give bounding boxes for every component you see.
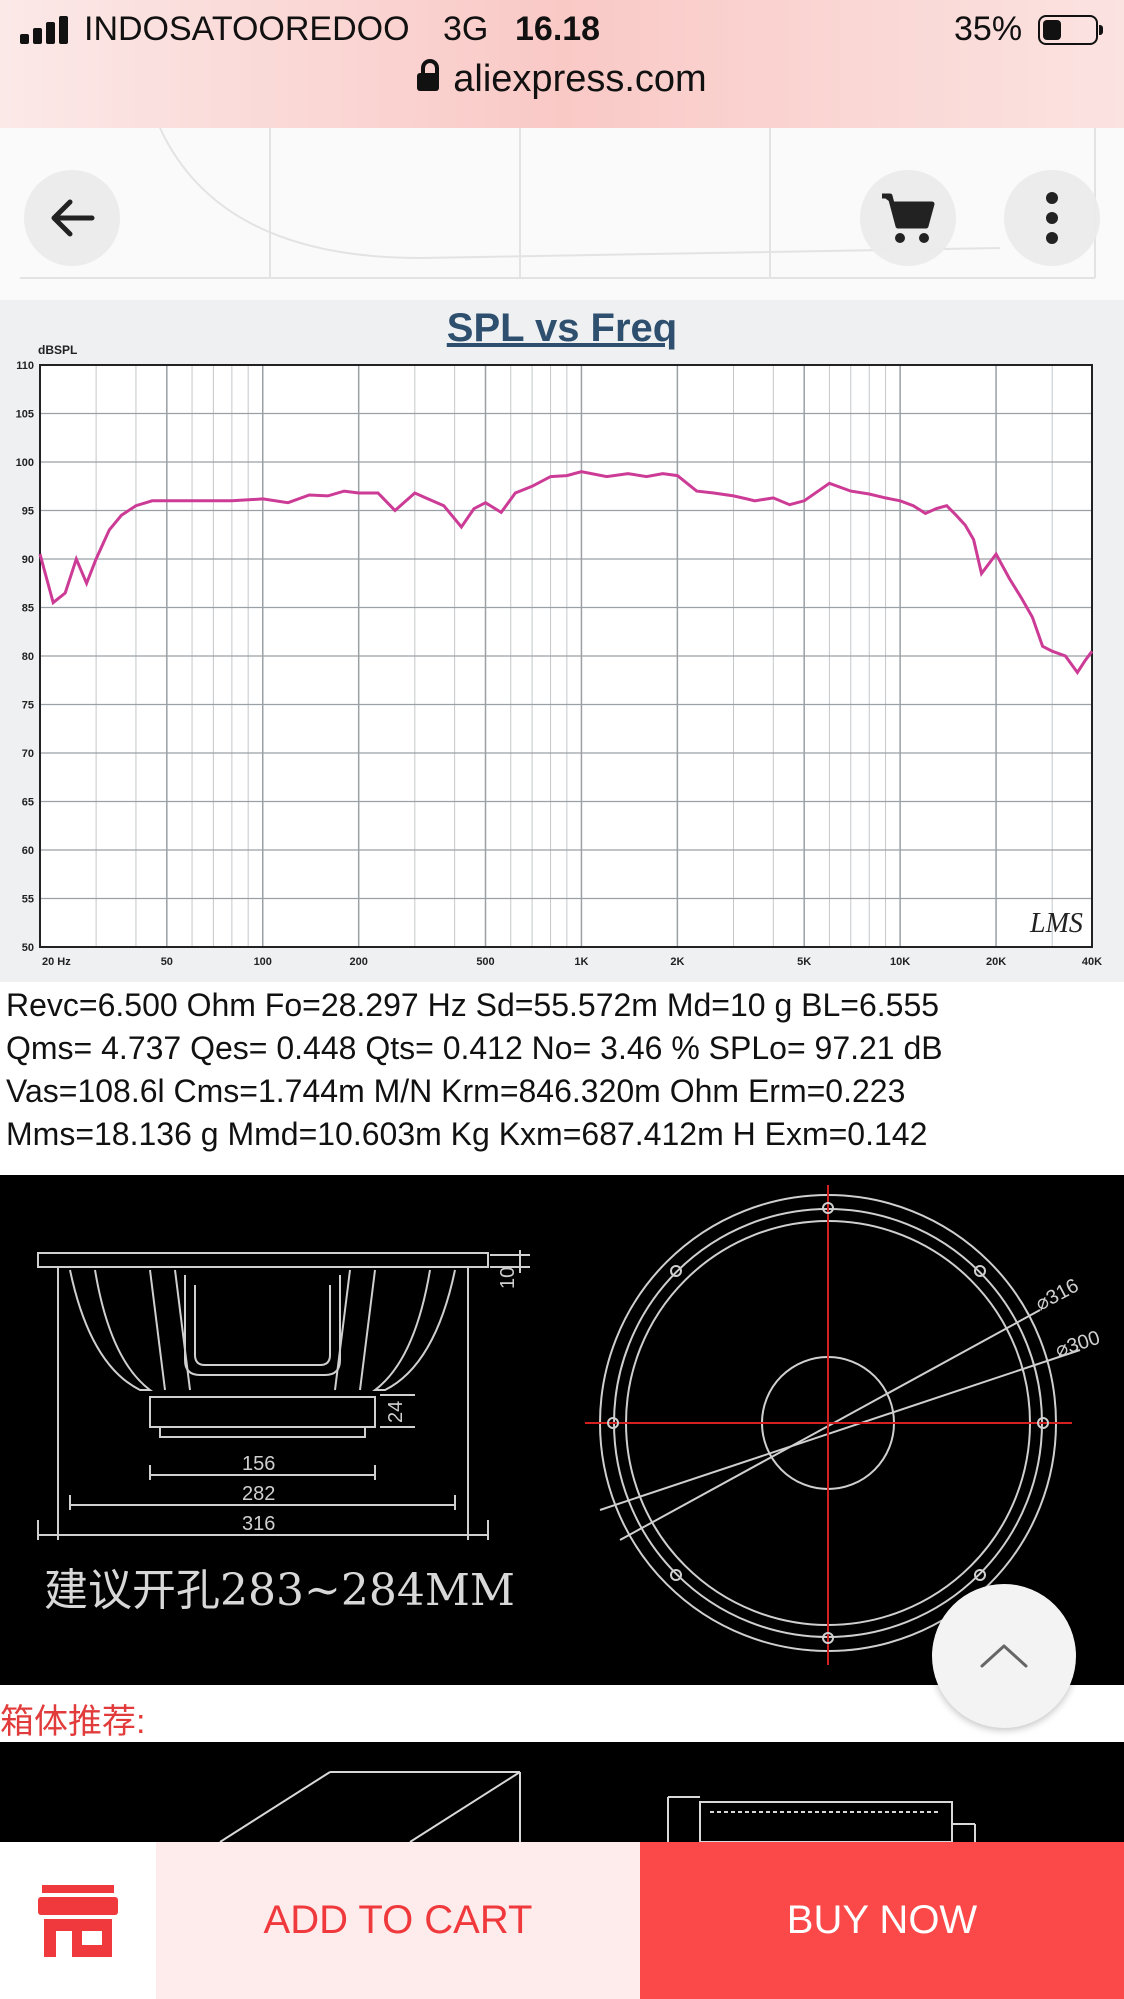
cart-button[interactable] [860,170,956,266]
y-tick-label: 75 [22,700,34,712]
carrier-name: INDOSATOOREDOO [84,10,410,48]
dia-300: ⌀300 [1053,1327,1103,1362]
y-tick-label: 60 [22,845,34,857]
more-vertical-icon [1046,192,1058,244]
y-tick-label: 95 [22,506,34,518]
driver-parameters: Revc=6.500 Ohm Fo=28.297 Hz Sd=55.572m M… [6,984,1124,1156]
store-button[interactable] [0,1842,156,1999]
dim-282: 282 [242,1483,275,1505]
y-tick-label: 110 [16,360,34,372]
y-tick-label: 90 [22,554,34,566]
lock-icon [417,59,440,91]
bottom-action-bar: ADD TO CART BUY NOW [0,1842,1124,1999]
x-tick-label: 10K [890,956,910,968]
chevron-up-icon [980,1644,1028,1668]
battery-icon [1038,15,1103,45]
y-tick-label: 80 [22,651,34,663]
cart-icon [882,193,935,243]
dim-flange-thickness: 10 [497,1267,519,1289]
battery-fill [1043,20,1061,40]
y-tick-label: 105 [16,409,34,421]
y-axis-label: dBSPL [38,343,77,357]
spec-line-1: Revc=6.500 Ohm Fo=28.297 Hz Sd=55.572m M… [6,987,940,1023]
buy-now-button[interactable]: BUY NOW [640,1842,1124,1999]
x-tick-label: 2K [670,956,684,968]
spec-line-4: Mms=18.136 g Mmd=10.603m Kg Kxm=687.412m… [6,1116,928,1152]
dim-156: 156 [242,1453,275,1475]
x-tick-label: 20 Hz [42,956,71,968]
y-tick-label: 85 [22,603,34,615]
battery-percent: 35% [954,10,1023,48]
store-icon [38,1884,118,1957]
status-time: 16.18 [515,10,601,48]
x-tick-label: 1K [574,956,588,968]
y-tick-label: 65 [22,797,34,809]
dim-316: 316 [242,1513,275,1535]
more-menu-button[interactable] [1004,170,1100,266]
enclosure-diagram [219,1771,976,1842]
y-tick-label: 55 [22,894,34,906]
x-tick-label: 500 [476,956,494,968]
arrow-left-icon [51,199,95,237]
spl-chart: 20 Hz 50 100 200 500 1K 2K 5K 10K 20K 40K 50 55 60 65 7… [16,343,1103,968]
address-bar[interactable]: aliexpress.com [0,58,1124,101]
add-to-cart-button[interactable]: ADD TO CART [156,1842,640,1999]
y-tick-label: 70 [22,748,34,760]
status-bar: INDOSATOOREDOO 3G 16.18 35% aliexpress.c… [0,0,1124,129]
spec-line-2: Qms= 4.737 Qes= 0.448 Qts= 0.412 No= 3.4… [6,1030,943,1066]
network-type: 3G [443,10,489,48]
spec-line-3: Vas=108.6l Cms=1.744m M/N Krm=846.320m O… [6,1073,906,1109]
scroll-to-top-button[interactable] [932,1584,1076,1728]
x-tick-label: 100 [254,956,272,968]
enclosure-drawing [0,1742,1124,1842]
x-tick-label: 40K [1082,956,1102,968]
back-button[interactable] [24,170,120,266]
x-tick-label: 50 [161,956,173,968]
dia-316: ⌀316 [1032,1275,1082,1316]
dim-magnet-height: 24 [385,1401,407,1423]
x-tick-label: 200 [350,956,368,968]
x-tick-label: 5K [797,956,811,968]
signal-icon [20,16,72,44]
x-tick-label: 20K [986,956,1006,968]
url-text: aliexpress.com [453,58,707,100]
previous-image-strip [0,128,1124,300]
cutout-note: 建议开孔283~284MM [44,1565,515,1616]
lms-watermark: LMS [1029,908,1083,939]
y-tick-label: 100 [16,457,34,469]
y-tick-label: 50 [22,942,34,954]
enclosure-recommendation-label: 箱体推荐: [0,1703,146,1741]
